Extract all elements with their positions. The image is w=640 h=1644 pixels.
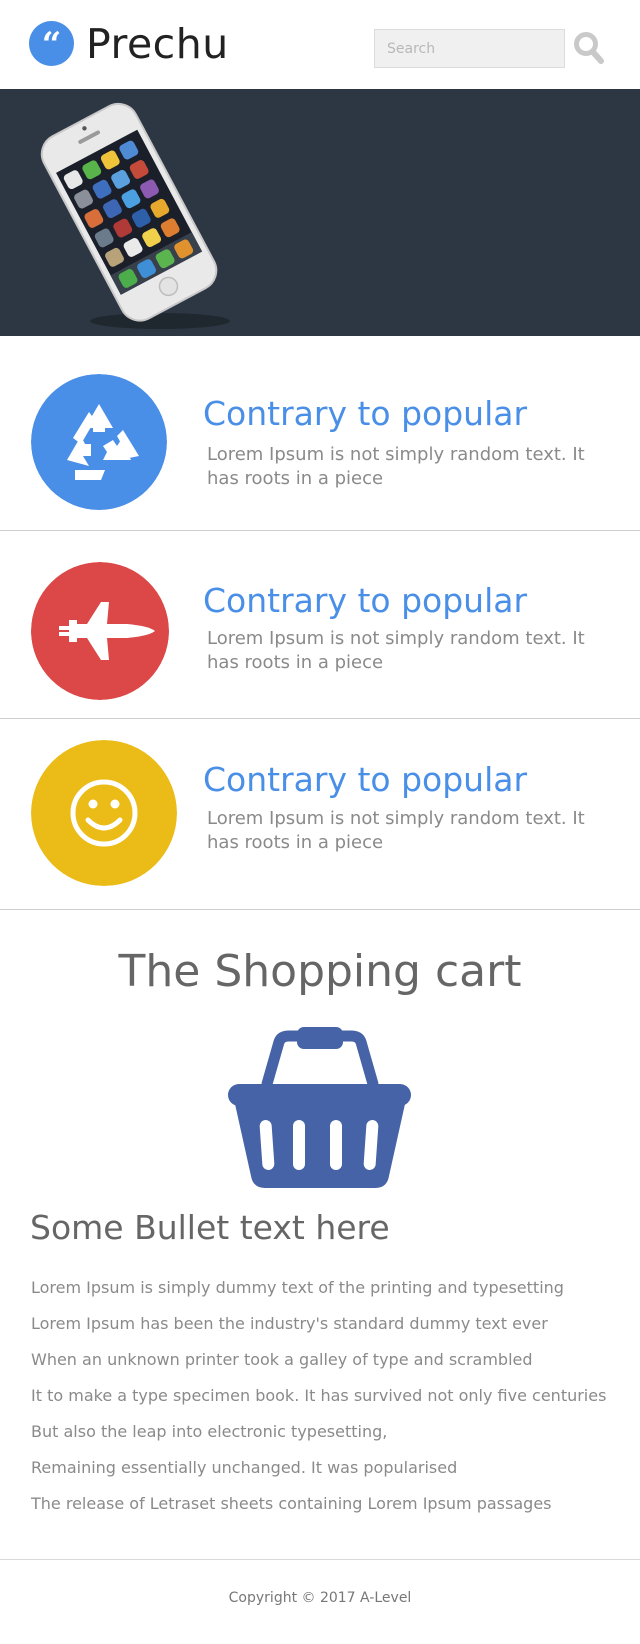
feature-item: Contrary to popular Lorem Ipsum is not s… [0,719,640,909]
footer-divider [0,1559,640,1560]
list-item: Remaining essentially unchanged. It was … [31,1458,458,1477]
smiley-icon [31,740,177,886]
feature-item: Contrary to popular Lorem Ipsum is not s… [0,337,640,530]
feature-description: Lorem Ipsum is not simply random text. I… [207,444,585,489]
smartphone-image [40,102,230,329]
list-item: Lorem Ipsum has been the industry's stan… [31,1314,548,1333]
feature-item: Contrary to popular Lorem Ipsum is not s… [0,531,640,718]
feature-title: Contrary to popular [203,394,528,433]
list-item: It to make a type specimen book. It has … [31,1386,607,1405]
brand-name[interactable]: Prechu [86,18,229,70]
bullet-heading: Some Bullet text here [30,1208,390,1247]
hero-banner [0,89,640,336]
search-icon[interactable] [573,31,605,65]
site-header: “ Prechu [0,0,640,89]
feature-title: Contrary to popular [203,760,528,799]
list-item: The release of Letraset sheets containin… [31,1494,552,1513]
cart-title: The Shopping cart [118,946,522,997]
quote-logo-icon[interactable]: “ [29,21,74,66]
space-shuttle-icon [31,562,169,700]
divider [0,909,640,910]
recycle-icon [31,374,167,510]
bullet-list: Lorem Ipsum is simply dummy text of the … [31,1270,606,1522]
list-item: When an unknown printer took a galley of… [31,1350,533,1369]
feature-description: Lorem Ipsum is not simply random text. I… [207,628,585,673]
search-input[interactable] [374,29,565,68]
feature-title: Contrary to popular [203,581,528,620]
copyright-text: Copyright © 2017 A-Level [228,1590,412,1606]
list-item: But also the leap into electronic typese… [31,1422,388,1441]
list-item: Lorem Ipsum is simply dummy text of the … [31,1278,564,1297]
feature-description: Lorem Ipsum is not simply random text. I… [207,808,585,853]
shopping-basket-icon [228,1027,411,1188]
